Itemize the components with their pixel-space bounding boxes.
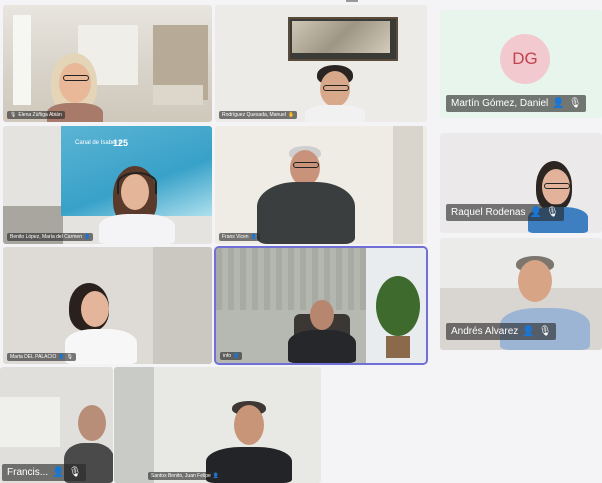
participant-name-label: 🎙 Elena Zúñiga Abián [7, 111, 65, 119]
video-tile-santos[interactable]: Santos Benito, Juan Felipe 👤 [114, 367, 321, 483]
participant-name-label: Rodríguez Quesada, Manuel ✋ [219, 111, 298, 119]
glasses [323, 85, 349, 91]
banner-number: 125 [113, 138, 129, 148]
video-tile-info[interactable]: info 👤 [214, 246, 428, 365]
face [59, 63, 91, 103]
glasses [544, 183, 570, 189]
person-icon: 👤 [522, 325, 535, 337]
sofa [153, 85, 203, 105]
participant-name-label: Andrés Alvarez 👤 🎙 [446, 323, 557, 340]
window-background [13, 15, 31, 105]
hand-icon: ✋ [287, 111, 295, 118]
face [81, 291, 109, 327]
video-tile-frans[interactable]: Frans Vicen 👤 [215, 126, 427, 244]
participant-name-label: Raquel Rodenas 👤 🎙 [446, 204, 564, 221]
participant-name-label: Benito López, María del Carmen 👤 [7, 233, 94, 241]
face [290, 150, 320, 186]
participant-name-label: Frans Vicen 👤 [219, 233, 260, 241]
shoulders [99, 214, 175, 244]
mic-muted-icon: 🎙 [66, 353, 73, 360]
window-grip [346, 0, 358, 2]
wall-corner [114, 367, 154, 483]
person-icon: 👤 [233, 352, 240, 359]
participant-name-label: Martín Gómez, Daniel 👤 🎙 [446, 95, 587, 112]
face [518, 260, 552, 302]
headset [117, 172, 157, 194]
plant-pot [386, 336, 410, 358]
mic-muted-icon: 🎙 [10, 111, 17, 118]
participant-name-label: Francis... 👤 🎙 [2, 464, 87, 481]
face [78, 405, 106, 441]
window-background [0, 397, 60, 447]
video-tile-martin[interactable]: DG Martín Gómez, Daniel 👤 🎙 [440, 10, 602, 118]
glasses [63, 75, 89, 81]
video-tile-rodriguez[interactable]: Rodríguez Quesada, Manuel ✋ [215, 5, 427, 122]
glasses [293, 162, 319, 168]
mic-muted-icon: 🎙 [68, 466, 82, 478]
person-icon: 👤 [83, 233, 91, 240]
mic-muted-icon: 🎙 [545, 206, 559, 218]
video-tile-raquel[interactable]: Raquel Rodenas 👤 🎙 [440, 133, 602, 233]
wall-doorframe [393, 126, 423, 244]
mic-muted-icon: 🎙 [538, 325, 552, 337]
person-icon: 👤 [52, 466, 65, 478]
shoulders [305, 105, 365, 122]
video-tile-marta[interactable]: Marta DEL PALACIO 👤 🎙 [3, 247, 212, 364]
face [234, 405, 264, 445]
participant-name-label: Marta DEL PALACIO 👤 🎙 [7, 353, 76, 361]
video-tile-benito[interactable]: Canal de Isabel II 125 Benito López, Mar… [3, 126, 212, 244]
wall-map [292, 21, 390, 53]
video-tile-elena[interactable]: 🎙 Elena Zúñiga Abián [3, 5, 212, 122]
video-tile-francis[interactable]: Francis... 👤 🎙 [0, 367, 113, 483]
face [310, 300, 334, 330]
wall-panel [153, 247, 212, 364]
person-icon: 👤 [58, 353, 65, 360]
torso [257, 182, 355, 244]
video-tile-andres[interactable]: Andrés Alvarez 👤 🎙 [440, 238, 602, 350]
person-icon: 👤 [552, 97, 565, 109]
participant-avatar: DG [500, 34, 550, 84]
person-icon: 👤 [250, 233, 257, 240]
window-blinds [216, 248, 366, 310]
mic-muted-icon: 🎙 [568, 97, 582, 109]
participant-name-label: info 👤 [220, 352, 243, 360]
plant-leaves [376, 276, 420, 336]
suit [288, 330, 356, 363]
participant-name-label: Santos Benito, Juan Felipe 👤 [148, 472, 222, 480]
person-icon: 👤 [529, 206, 542, 218]
person-icon: 👤 [212, 472, 219, 479]
